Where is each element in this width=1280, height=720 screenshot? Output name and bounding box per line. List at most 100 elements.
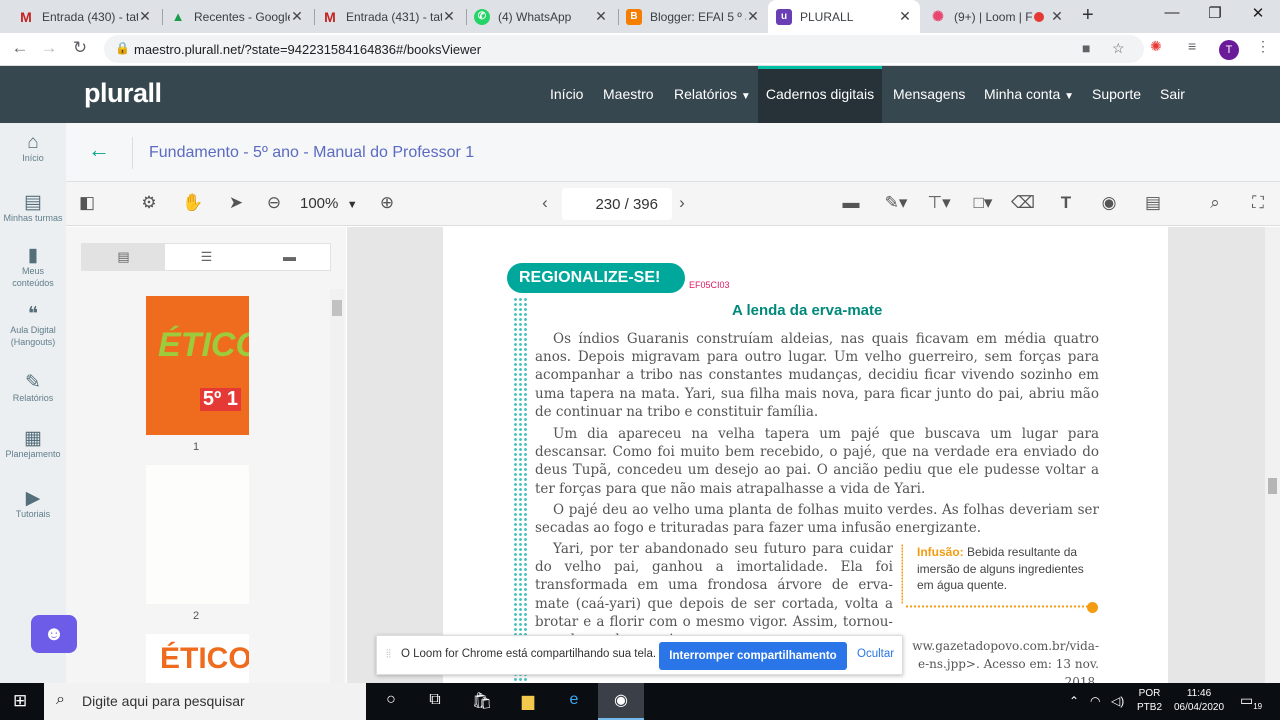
sharing-message: O Loom for Chrome está compartilhando su… xyxy=(401,648,657,660)
url-text[interactable]: maestro.plurall.net/?state=9422315841648… xyxy=(134,42,481,57)
previous-page-icon[interactable]: ‹ xyxy=(533,193,557,213)
nav-inicio[interactable]: Início xyxy=(550,66,583,123)
close-icon[interactable]: ✕ xyxy=(898,8,912,25)
comment-icon[interactable]: ▬ xyxy=(839,193,863,213)
wifi-icon[interactable]: ◠ xyxy=(1090,694,1100,708)
hide-button[interactable]: Ocultar xyxy=(857,648,894,660)
zoom-in-icon[interactable]: ⊕ xyxy=(375,193,399,213)
notes-icon[interactable]: ▤ xyxy=(1141,193,1165,213)
tab-outline-icon[interactable]: ☰ xyxy=(165,244,248,270)
close-window-icon[interactable]: ✕ xyxy=(1248,4,1268,22)
zoom-select[interactable]: 100% ▼ xyxy=(300,195,358,212)
file-explorer-icon[interactable]: ▆ xyxy=(514,691,542,713)
camera-icon[interactable]: ■ xyxy=(1082,40,1090,56)
omnibox[interactable]: 🔒 maestro.plurall.net/?state=94223158416… xyxy=(104,35,1144,63)
search-icon[interactable]: ⌕ xyxy=(1203,193,1227,213)
sidebar-item-relatorios[interactable]: ✎ Relatórios xyxy=(0,373,66,404)
store-icon[interactable]: 🛍 xyxy=(468,691,496,713)
nav-relatorios[interactable]: Relatórios ▼ xyxy=(674,66,751,123)
bookmark-star-icon[interactable]: ☆ xyxy=(1112,40,1125,57)
task-view-icon[interactable]: ⧉ xyxy=(421,691,449,713)
gear-icon[interactable]: ⚙ xyxy=(137,193,161,213)
cortana-icon[interactable]: ○ xyxy=(377,691,405,713)
close-icon[interactable]: ✕ xyxy=(442,8,456,25)
close-icon[interactable]: ✕ xyxy=(138,8,152,25)
zoom-out-icon[interactable]: ⊖ xyxy=(262,193,286,213)
language-indicator[interactable]: POR PTB2 xyxy=(1137,687,1162,715)
browser-tab[interactable]: ✆ (4) WhatsApp ✕ xyxy=(466,0,616,33)
sidebar-item-tutoriais[interactable]: ▶ Tutoriais xyxy=(0,489,66,520)
chevron-up-icon[interactable]: ⌃ xyxy=(1069,694,1079,708)
page-thumbnail[interactable] xyxy=(146,465,249,604)
glossary-box: Infusão: Bebida resultante da imersão de… xyxy=(917,544,1102,594)
maximize-icon[interactable]: ❐ xyxy=(1205,4,1225,22)
sidebar-item-aula-digital[interactable]: ❝ Aula Digital (Hangouts) xyxy=(0,305,66,348)
tab-notes-icon[interactable]: ▬ xyxy=(248,244,331,270)
close-icon[interactable]: ✕ xyxy=(1050,8,1064,25)
nav-cadernos-digitais[interactable]: Cadernos digitais xyxy=(758,66,882,123)
page-thumbnail[interactable]: ÉTICO xyxy=(146,634,249,684)
thumbnail-scrollbar[interactable] xyxy=(330,289,344,683)
loom-extension-icon[interactable]: ✺ xyxy=(1150,38,1162,55)
page-thumbnail[interactable]: ÉTICO 5º 1 xyxy=(146,296,249,435)
browser-tab[interactable]: ▲ Recentes - Google ✕ xyxy=(162,0,312,33)
sidebar-item-planejamento[interactable]: ▦ Planejamento xyxy=(0,429,66,460)
drag-handle-icon[interactable]: ⦙⦙ xyxy=(386,648,391,661)
text-tool-icon[interactable]: T xyxy=(1054,193,1078,213)
chrome-icon[interactable]: ◉ xyxy=(598,683,644,720)
shape-tool-icon[interactable]: □▾ xyxy=(965,193,1001,213)
back-arrow-icon[interactable]: ← xyxy=(88,137,110,163)
close-icon[interactable]: ✕ xyxy=(746,8,760,25)
browser-tab-active[interactable]: u PLURALL ✕ xyxy=(768,0,920,33)
sidebar-item-minhas-turmas[interactable]: ▤ Minhas turmas xyxy=(0,193,66,224)
next-page-icon[interactable]: › xyxy=(670,193,694,213)
caret-down-icon: ▼ xyxy=(740,91,751,102)
fullscreen-icon[interactable]: ⛶ xyxy=(1246,193,1270,213)
nav-minha-conta[interactable]: Minha conta ▼ xyxy=(984,66,1074,123)
sidebar-toggle-icon[interactable]: ◧ xyxy=(75,193,99,213)
text-box-tool-icon[interactable]: ⊤▾ xyxy=(921,193,957,213)
menu-dots-icon[interactable]: ⋮ xyxy=(1256,38,1270,55)
nav-mensagens[interactable]: Mensagens xyxy=(893,66,965,123)
close-icon[interactable]: ✕ xyxy=(594,8,608,25)
windows-start-icon[interactable]: ⊞ xyxy=(13,691,27,711)
nav-maestro[interactable]: Maestro xyxy=(603,66,654,123)
volume-icon[interactable]: ◁) xyxy=(1111,694,1124,708)
avatar[interactable]: T xyxy=(1219,40,1239,60)
page-number-field[interactable]: 230 / 396 xyxy=(562,188,672,220)
edge-icon[interactable]: e xyxy=(560,691,588,713)
notifications-icon[interactable]: ▭19 xyxy=(1240,692,1262,711)
browser-tab[interactable]: B Blogger: EFAI 5 º a ✕ xyxy=(618,0,768,33)
forward-icon[interactable]: → xyxy=(38,38,60,58)
eye-icon[interactable]: ◉ xyxy=(1097,193,1121,213)
loom-sharing-bar: ⦙⦙ O Loom for Chrome está compartilhando… xyxy=(376,635,903,675)
minimize-icon[interactable]: — xyxy=(1162,4,1182,21)
reload-icon[interactable]: ↻ xyxy=(69,38,91,58)
new-tab-button[interactable]: + xyxy=(1082,4,1102,27)
tab-thumbnails-icon[interactable]: ▤ xyxy=(82,244,165,270)
document-scrollbar[interactable] xyxy=(1265,227,1280,683)
browser-tab[interactable]: M Entrada (430) - tat ✕ xyxy=(10,0,160,33)
taskbar-search[interactable]: ⌕ Digite aqui para pesquisar xyxy=(44,683,366,720)
scrollbar-thumb[interactable] xyxy=(332,300,342,316)
close-icon[interactable]: ✕ xyxy=(290,8,304,25)
thumbnail-number: 1 xyxy=(193,441,200,453)
pen-tool-icon[interactable]: ✎▾ xyxy=(878,193,914,213)
chat-bot-icon[interactable]: ☻ xyxy=(31,615,77,653)
hand-pan-icon[interactable]: ✋ xyxy=(181,193,205,213)
back-icon[interactable]: ← xyxy=(9,38,31,58)
browser-tab[interactable]: ✺ (9+) | Loom | F ✕ xyxy=(922,0,1072,33)
eraser-icon[interactable]: ⌫ xyxy=(1011,193,1035,213)
sidebar-item-meus-conteudos[interactable]: ▮ Meus conteúdos xyxy=(0,246,66,289)
sidebar-item-inicio[interactable]: ⌂ Início xyxy=(0,133,66,164)
nav-suporte[interactable]: Suporte xyxy=(1092,66,1141,123)
pointer-icon[interactable]: ➤ xyxy=(224,193,248,213)
browser-tab[interactable]: M Entrada (431) - tat ✕ xyxy=(314,0,464,33)
cover-badge: 5º 1 xyxy=(199,388,241,411)
nav-sair[interactable]: Sair xyxy=(1160,66,1185,123)
scrollbar-thumb[interactable] xyxy=(1268,478,1277,494)
clock[interactable]: 11:46 06/04/2020 xyxy=(1171,687,1227,715)
plurall-logo[interactable]: plurall xyxy=(84,78,162,109)
stop-sharing-button[interactable]: Interromper compartilhamento xyxy=(659,642,847,670)
media-icon[interactable]: ≡ xyxy=(1188,38,1196,54)
